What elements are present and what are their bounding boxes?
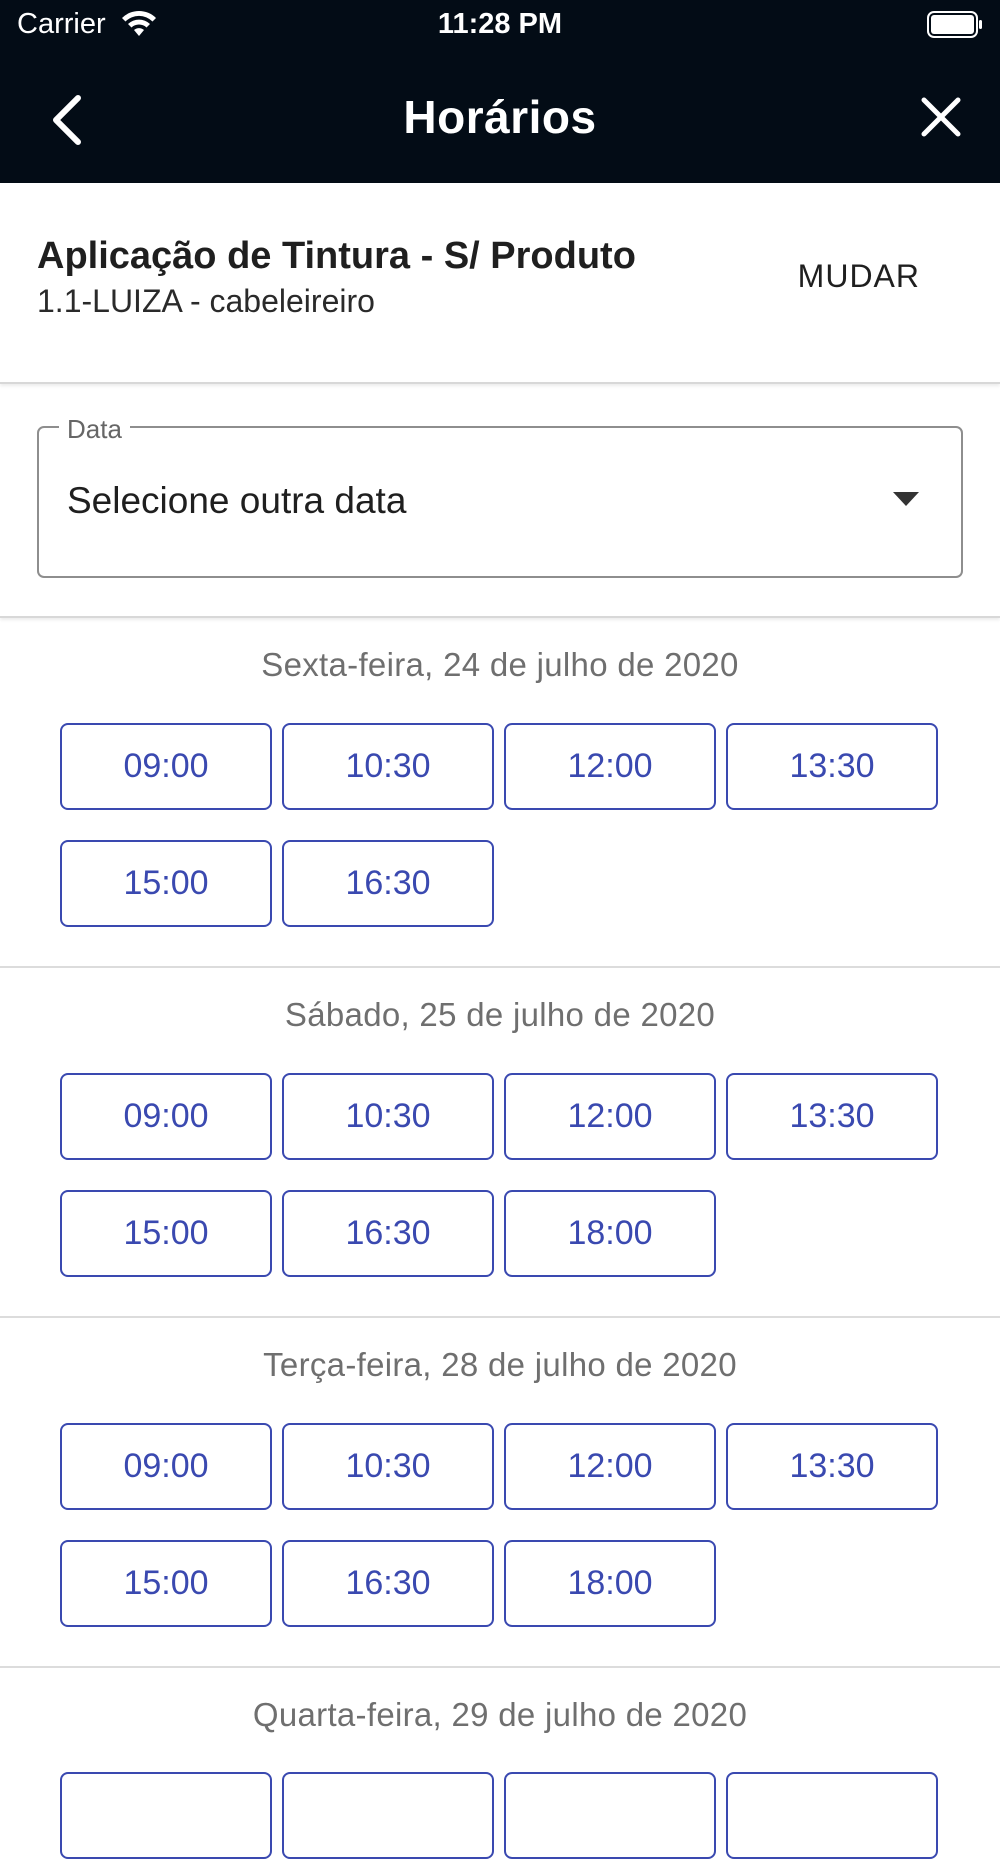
time-slot-button[interactable]: 16:30 (282, 1540, 494, 1627)
time-slot-button[interactable]: 15:00 (60, 1540, 272, 1627)
day-group: Sábado, 25 de julho de 2020 09:00 10:30 … (0, 968, 1000, 1318)
time-slot-button[interactable]: 10:30 (282, 723, 494, 810)
date-field-label: Data (59, 414, 130, 445)
day-title: Terça-feira, 28 de julho de 2020 (263, 1346, 737, 1383)
day-title: Sexta-feira, 24 de julho de 2020 (261, 646, 739, 683)
date-section: Data Selecione outra data (0, 384, 1000, 618)
time-slot-button[interactable]: 09:00 (60, 1073, 272, 1160)
time-slot-button[interactable] (282, 1772, 494, 1859)
time-slot-button[interactable]: 12:00 (504, 723, 716, 810)
time-slot-button[interactable]: 09:00 (60, 723, 272, 810)
status-time: 11:28 PM (437, 8, 563, 40)
navigation-bar: Horários (0, 70, 1000, 160)
day-group: Quarta-feira, 29 de julho de 2020 (0, 1668, 1000, 1859)
service-summary: Aplicação de Tintura - S/ Produto 1.1-LU… (0, 183, 1000, 384)
time-slot-button[interactable]: 16:30 (282, 1190, 494, 1277)
time-slot-button[interactable]: 16:30 (282, 840, 494, 927)
time-slot-grid: 09:00 10:30 12:00 13:30 15:00 16:30 18:0… (60, 1423, 960, 1627)
time-slot-button[interactable]: 18:00 (504, 1190, 716, 1277)
status-bar: Carrier 11:28 PM (0, 0, 1000, 50)
time-slot-button[interactable] (504, 1772, 716, 1859)
time-slot-button[interactable]: 13:30 (726, 1423, 938, 1510)
time-slot-button[interactable]: 18:00 (504, 1540, 716, 1627)
time-slot-grid: 09:00 10:30 12:00 13:30 15:00 16:30 (60, 723, 960, 927)
service-name: Aplicação de Tintura - S/ Produto (37, 235, 636, 277)
time-slot-button[interactable]: 09:00 (60, 1423, 272, 1510)
day-title: Quarta-feira, 29 de julho de 2020 (252, 1696, 748, 1733)
change-service-button[interactable]: MUDAR (798, 258, 920, 295)
service-professional: 1.1-LUIZA - cabeleireiro (37, 283, 375, 319)
time-slot-button[interactable]: 12:00 (504, 1073, 716, 1160)
time-slot-grid: 09:00 10:30 12:00 13:30 15:00 16:30 18:0… (60, 1073, 960, 1277)
time-slot-button[interactable] (60, 1772, 272, 1859)
time-slot-button[interactable]: 15:00 (60, 1190, 272, 1277)
time-slot-button[interactable]: 12:00 (504, 1423, 716, 1510)
date-select[interactable]: Data Selecione outra data (37, 414, 963, 578)
page-title: Horários (403, 91, 597, 143)
top-bar: Carrier 11:28 PM Horários (0, 0, 1000, 183)
time-slot-button[interactable] (726, 1772, 938, 1859)
day-group: Terça-feira, 28 de julho de 2020 09:00 1… (0, 1318, 1000, 1668)
battery-icon (927, 11, 982, 38)
time-slot-button[interactable]: 10:30 (282, 1073, 494, 1160)
caret-down-icon (893, 492, 919, 506)
day-title: Sábado, 25 de julho de 2020 (284, 996, 716, 1033)
close-button[interactable] (916, 92, 966, 142)
time-slot-button[interactable]: 10:30 (282, 1423, 494, 1510)
time-slot-button[interactable]: 13:30 (726, 723, 938, 810)
time-slot-button[interactable]: 15:00 (60, 840, 272, 927)
time-slot-button[interactable]: 13:30 (726, 1073, 938, 1160)
date-field-value: Selecione outra data (67, 480, 407, 521)
time-slot-grid (60, 1772, 960, 1859)
day-group: Sexta-feira, 24 de julho de 2020 09:00 1… (0, 618, 1000, 968)
